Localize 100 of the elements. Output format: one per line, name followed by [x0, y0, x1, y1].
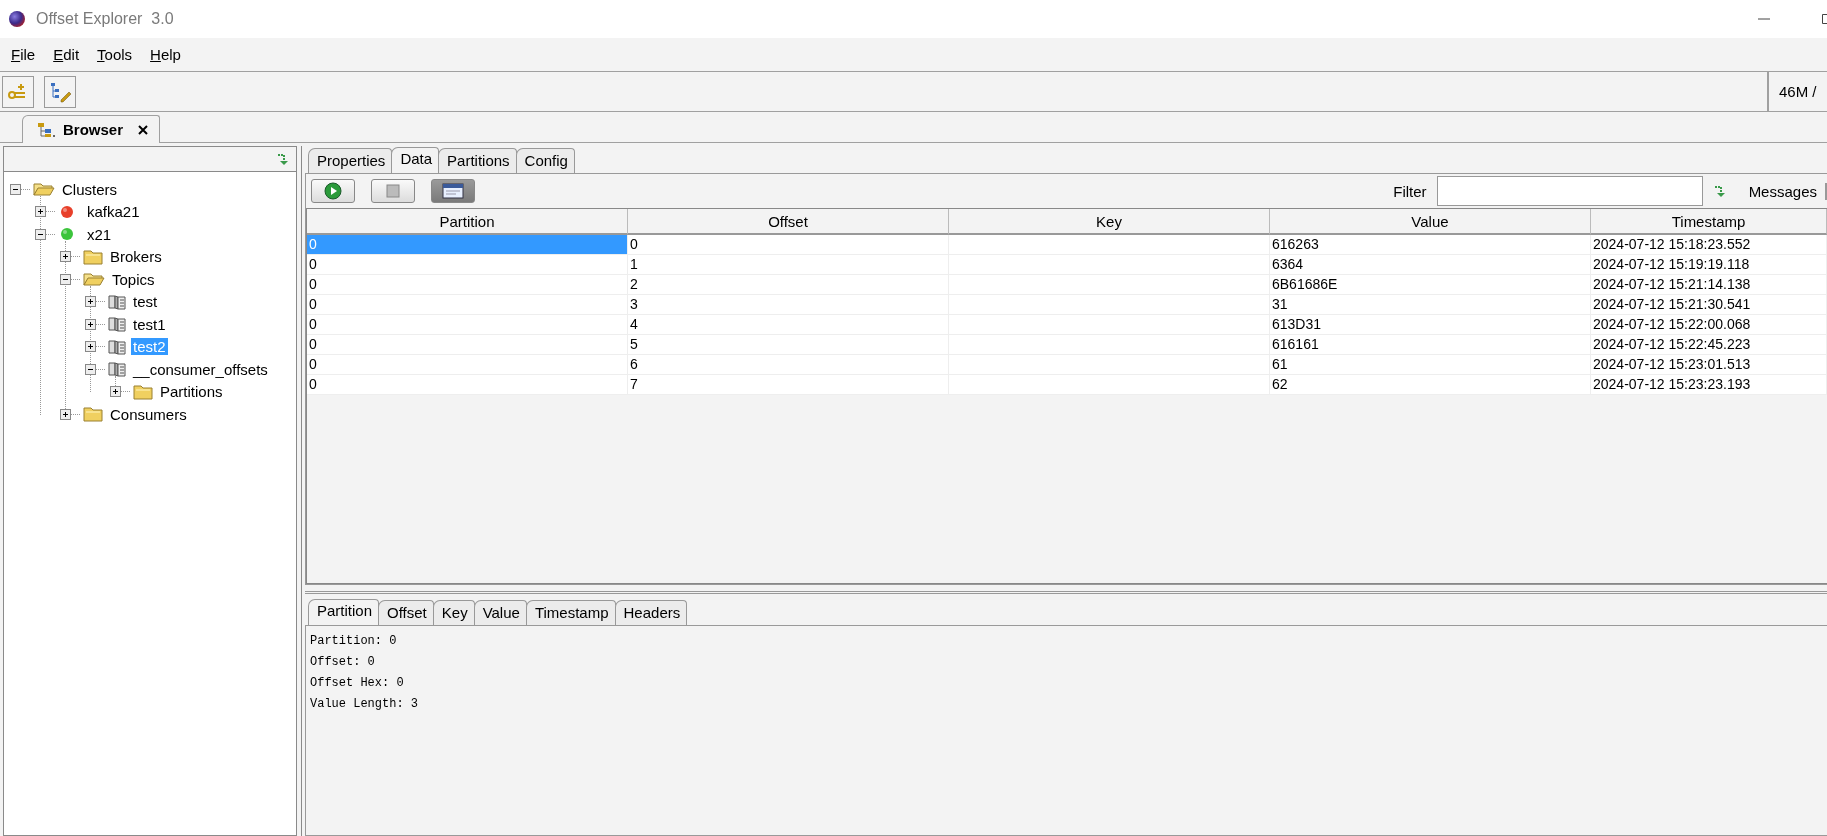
- tree-item[interactable]: Clusters: [60, 180, 119, 198]
- column-header[interactable]: Key: [949, 209, 1270, 235]
- tree-item[interactable]: x21: [85, 225, 114, 243]
- refresh-arrow-icon: [276, 152, 290, 166]
- table-cell: 0: [307, 275, 628, 295]
- detail-tab[interactable]: Timestamp: [525, 600, 616, 625]
- tree-item[interactable]: Brokers: [108, 248, 164, 266]
- table-cell: 0: [307, 295, 628, 315]
- book-icon: [108, 338, 126, 355]
- table-cell: 0: [307, 335, 628, 355]
- table-cell: 0: [307, 235, 628, 255]
- table-cell: 3: [628, 295, 949, 315]
- edit-tree-button[interactable]: [44, 75, 76, 108]
- tree-item[interactable]: Topics: [110, 270, 157, 288]
- table-cell: 31: [1270, 295, 1591, 315]
- folder-icon: [83, 248, 103, 265]
- menu-item[interactable]: Edit: [44, 46, 89, 63]
- book-icon: [108, 293, 126, 310]
- tree-item[interactable]: test: [131, 293, 160, 311]
- book-icon: [108, 361, 126, 378]
- expand-icon[interactable]: [60, 251, 71, 263]
- tree-item[interactable]: kafka21: [85, 203, 142, 221]
- apply-arrow-icon: [1712, 184, 1727, 198]
- menu-item[interactable]: Tools: [88, 46, 142, 63]
- expand-icon[interactable]: [35, 206, 46, 218]
- open-folder-icon: [33, 181, 55, 198]
- collapse-icon[interactable]: [85, 363, 96, 375]
- detail-line: Offset Hex: 0: [310, 675, 405, 692]
- menu-item[interactable]: Help: [141, 46, 190, 63]
- detail-tab[interactable]: Value: [473, 600, 527, 625]
- stop-icon: [386, 184, 400, 198]
- table-cell: 62: [1270, 375, 1591, 395]
- detail-line: Value Length: 3: [310, 696, 420, 713]
- table-cell: 613D31: [1270, 315, 1591, 335]
- detail-tab[interactable]: Partition: [308, 599, 380, 625]
- expand-icon[interactable]: [85, 318, 96, 330]
- collapse-icon[interactable]: [35, 228, 46, 240]
- close-icon[interactable]: [137, 123, 150, 136]
- start-button[interactable]: [311, 179, 355, 203]
- table-cell: 4: [628, 315, 949, 335]
- window-title: Offset Explorer 3.0: [36, 10, 174, 28]
- maximize-icon[interactable]: [1821, 12, 1827, 26]
- detail-tab[interactable]: Headers: [614, 600, 688, 625]
- app-logo-icon: [8, 10, 26, 28]
- tree-item[interactable]: Partitions: [158, 383, 225, 401]
- detail-line: Partition: 0: [310, 633, 398, 650]
- table-cell: 0: [307, 255, 628, 275]
- status-dot: [60, 204, 74, 219]
- tree-icon: [37, 121, 57, 138]
- table-cell: 616161: [1270, 335, 1591, 355]
- table-cell: 2024-07-12 15:23:01.513: [1591, 355, 1827, 375]
- table-cell: 2024-07-12 15:22:00.068: [1591, 315, 1827, 335]
- menu-item[interactable]: File: [2, 46, 45, 63]
- view-button[interactable]: [431, 179, 475, 203]
- filter-field[interactable]: [1436, 176, 1703, 206]
- detail-tab[interactable]: Key: [432, 600, 475, 625]
- add-connection-button[interactable]: [2, 75, 34, 108]
- column-header[interactable]: Timestamp: [1591, 209, 1827, 235]
- table-cell: 2024-07-12 15:23:23.193: [1591, 375, 1827, 395]
- table-cell: 2024-07-12 15:19:19.118: [1591, 255, 1827, 275]
- book-icon: [108, 316, 126, 333]
- table-cell: 6B61686E: [1270, 275, 1591, 295]
- browser-tab[interactable]: Browser: [22, 115, 161, 143]
- collapse-icon[interactable]: [10, 183, 21, 195]
- tree-item[interactable]: Consumers: [108, 405, 189, 423]
- tree-pencil-icon: [49, 80, 71, 103]
- topic-tab[interactable]: Partitions: [438, 148, 517, 173]
- memory-usage: 46M /: [1779, 83, 1817, 100]
- expand-icon[interactable]: [60, 408, 71, 420]
- topic-tab[interactable]: Properties: [308, 148, 393, 173]
- table-cell: 7: [628, 375, 949, 395]
- filter-label: Filter: [1393, 182, 1427, 200]
- messages-label: Messages: [1748, 182, 1827, 200]
- detail-line: Offset: 0: [310, 654, 376, 671]
- detail-tab[interactable]: Offset: [378, 600, 434, 625]
- table-cell: 0: [307, 355, 628, 375]
- expand-icon[interactable]: [110, 386, 121, 398]
- column-header[interactable]: Value: [1270, 209, 1591, 235]
- stop-button[interactable]: [371, 179, 415, 203]
- folder-icon: [133, 383, 153, 400]
- table-cell: 2024-07-12 15:18:23.552: [1591, 235, 1827, 255]
- play-icon: [324, 182, 342, 200]
- folder-icon: [83, 406, 103, 423]
- expand-icon[interactable]: [85, 341, 96, 353]
- table-cell: 616263: [1270, 235, 1591, 255]
- tree-item[interactable]: test1: [131, 315, 168, 333]
- table-cell: 0: [307, 375, 628, 395]
- column-header[interactable]: Offset: [628, 209, 949, 235]
- column-header[interactable]: Partition: [307, 209, 628, 235]
- table-cell: 1: [628, 255, 949, 275]
- table-cell: 6: [628, 355, 949, 375]
- table-cell: 6364: [1270, 255, 1591, 275]
- collapse-icon[interactable]: [60, 273, 71, 285]
- tree-item[interactable]: __consumer_offsets: [131, 360, 270, 378]
- topic-tab[interactable]: Config: [515, 148, 575, 173]
- expand-icon[interactable]: [85, 296, 96, 308]
- table-cell: 2024-07-12 15:21:14.138: [1591, 275, 1827, 295]
- table-cell: 2024-07-12 15:22:45.223: [1591, 335, 1827, 355]
- table-cell: 0: [307, 315, 628, 335]
- window-icon: [442, 183, 464, 199]
